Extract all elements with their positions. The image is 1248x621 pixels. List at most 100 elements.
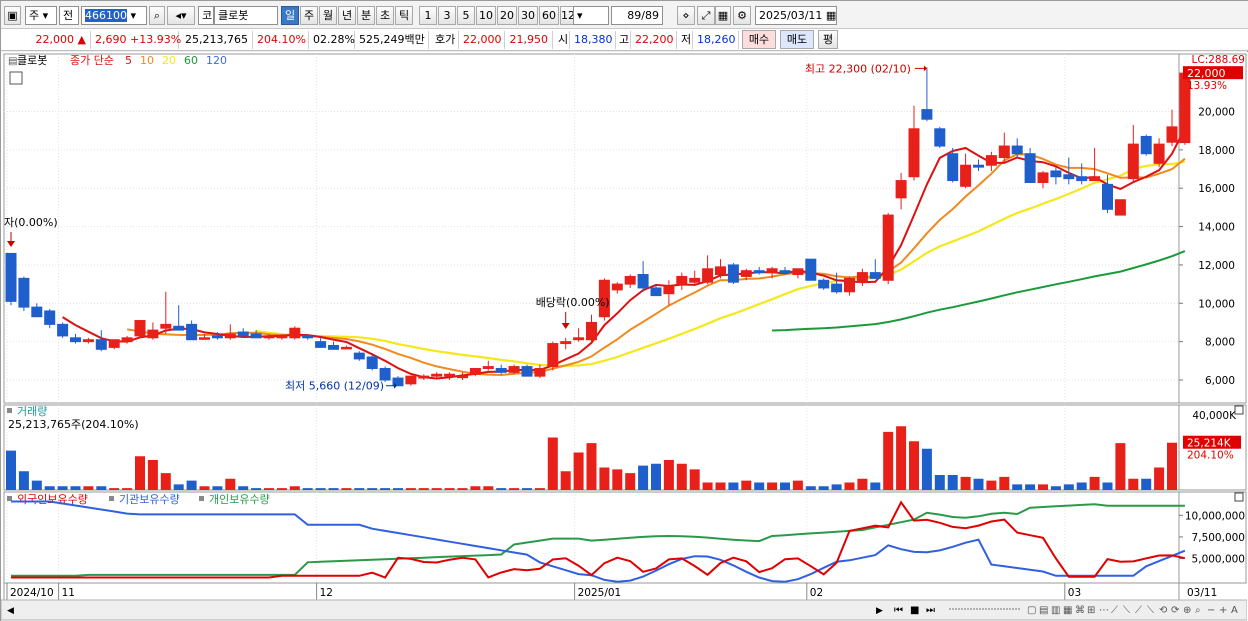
candle-body: [315, 341, 327, 348]
legend-ma-period: 120: [206, 54, 227, 67]
x-axis-label: 2024/10: [10, 587, 54, 599]
eval-button[interactable]: 평: [818, 30, 838, 49]
period-button-5[interactable]: 초: [376, 6, 394, 25]
volume-bar: [870, 482, 881, 490]
chart-type-value: 주: [29, 9, 40, 22]
x-axis-right-label: 03/11: [1187, 587, 1217, 599]
chart-area: 6,000 8,000 10,000 12,000 14,000 16,000 18,000…: [0, 52, 1248, 621]
save-icon[interactable]: ▦: [715, 6, 731, 25]
holdings-legend-icon: [199, 496, 204, 501]
x-axis-label: 2025/01: [578, 587, 622, 599]
candle-body: [444, 373, 456, 377]
interval-button-30[interactable]: 30: [518, 6, 538, 25]
volume-bar: [741, 480, 752, 490]
interval-button-5[interactable]: 5: [457, 6, 475, 25]
period-button-4[interactable]: 분: [357, 6, 375, 25]
sell-button[interactable]: 매도: [780, 30, 814, 49]
open-price: 18,380: [570, 31, 616, 49]
tool-icon: ⊕: [1183, 605, 1191, 616]
price-change: 2,690 +13.93%: [91, 31, 181, 49]
volume-bar: [883, 431, 894, 490]
search-icon[interactable]: ⌕: [149, 6, 165, 25]
volume-bar: [380, 488, 391, 490]
period-button-3[interactable]: 년: [338, 6, 356, 25]
candle-body: [173, 325, 185, 331]
volume-bar: [547, 437, 558, 490]
volume-bar: [393, 488, 403, 490]
candle-body: [727, 264, 739, 283]
volume-bar: [1128, 478, 1139, 490]
candle-body: [495, 367, 507, 373]
candle-body: [1153, 143, 1165, 164]
interval-button-60[interactable]: 60: [539, 6, 559, 25]
interval-dropdown[interactable]: ▾: [573, 6, 609, 25]
high-annotation: 최고 22,300 (02/10): [805, 62, 911, 75]
tool-icon: ⟳: [1171, 605, 1180, 616]
chart-settings-icon[interactable]: ▣: [4, 6, 21, 25]
candle-body: [856, 272, 868, 283]
chart-type-select[interactable]: 주 ▾: [25, 6, 57, 25]
price-tick-label: 12,000: [1198, 260, 1235, 272]
volume-bar: [199, 486, 210, 490]
candle-body: [637, 274, 649, 289]
candle-body: [702, 268, 714, 283]
holdings-tick-label: 7,500,000: [1192, 532, 1245, 544]
stock-chart[interactable]: 6,000 8,000 10,000 12,000 14,000 16,000 18,000…: [0, 52, 1248, 621]
candle-body: [973, 164, 984, 168]
draw-tool-icon[interactable]: ⤢: [697, 6, 715, 25]
holdings-tick-label: 5,000,000: [1192, 554, 1245, 566]
candle-body: [960, 164, 972, 187]
volume-current: 25,213,765주(204.10%): [8, 418, 139, 431]
volume-bar: [560, 471, 571, 490]
period-button-0[interactable]: 일: [281, 6, 299, 25]
holdings-panel-close-icon: [1234, 492, 1244, 502]
main-toolbar: ▣ 주 ▾ 전 466100 ▾ ⌕ ◂▾ 코 클로봇 일주월년분초틱 1351…: [1, 1, 1248, 29]
volume-bar: [831, 484, 842, 490]
interval-button-20[interactable]: 20: [497, 6, 517, 25]
candle-body: [934, 128, 946, 147]
volume-bar: [1167, 442, 1177, 490]
interval-button-3[interactable]: 3: [438, 6, 456, 25]
volume-bar: [909, 441, 919, 490]
volume-bar: [947, 475, 958, 490]
interval-button-1[interactable]: 1: [419, 6, 437, 25]
candle-body: [457, 375, 468, 379]
volume-last-pct: 204.10%: [1187, 450, 1234, 462]
volume-bar: [186, 480, 197, 490]
candle-body: [895, 180, 907, 199]
stock-code-value: 466100: [85, 9, 127, 22]
buy-button[interactable]: 매수: [742, 30, 776, 49]
volume-bar: [57, 486, 68, 490]
volume-bar: [934, 475, 945, 490]
date-field[interactable]: 2025/03/11 ▦: [755, 6, 837, 25]
candle-body: [844, 277, 855, 293]
prev-button[interactable]: 전: [59, 6, 79, 25]
up-arrow-icon: ▲: [77, 33, 86, 46]
candle-body: [1011, 145, 1023, 155]
gear-icon[interactable]: ⚙: [733, 6, 751, 25]
candle-body: [224, 333, 236, 339]
candle-body: [250, 333, 262, 339]
volume-bar: [986, 480, 997, 490]
period-button-6[interactable]: 틱: [395, 6, 413, 25]
crosshair-icon[interactable]: ⋄: [677, 6, 695, 25]
period-button-1[interactable]: 주: [300, 6, 318, 25]
interval-button-10[interactable]: 10: [476, 6, 496, 25]
open-label: 시: [554, 31, 570, 49]
period-button-2[interactable]: 월: [319, 6, 337, 25]
candle-body: [431, 373, 443, 377]
candle-body: [947, 153, 959, 182]
volume-bar: [973, 478, 984, 490]
stock-code-input[interactable]: 466100 ▾: [81, 6, 147, 25]
volume-bar: [638, 465, 649, 490]
volume-bar: [921, 448, 932, 490]
stock-name-field[interactable]: 클로봇: [214, 6, 278, 25]
volume-bar: [1025, 484, 1036, 490]
speaker-icon[interactable]: ◂▾: [167, 6, 195, 25]
last-price-label: 22,000: [1187, 67, 1226, 80]
tool-icon: ⟲: [1159, 605, 1168, 616]
candle-body: [908, 128, 920, 178]
volume-bar: [792, 480, 803, 490]
candle-body: [1050, 170, 1062, 178]
trading-amount: 525,249백만: [355, 31, 429, 49]
